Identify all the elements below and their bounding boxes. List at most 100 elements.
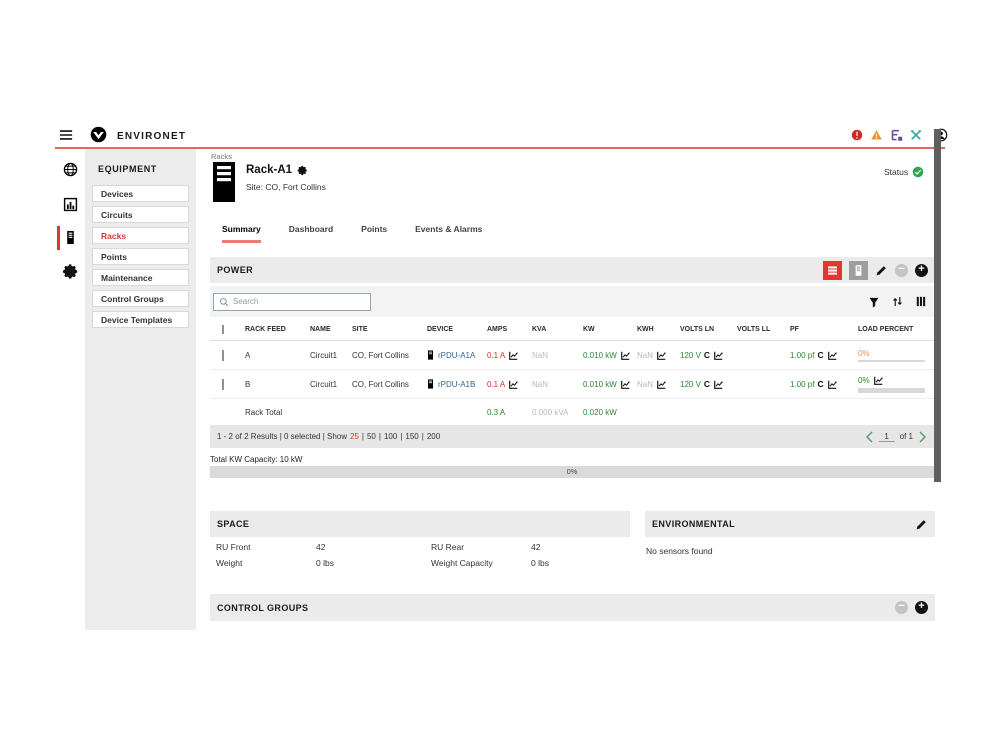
page-size-option[interactable]: 50 bbox=[367, 432, 376, 441]
brand-name: ENVIRONET bbox=[117, 131, 186, 142]
space-field-value: 0 lbs bbox=[316, 558, 431, 568]
search-input[interactable]: Search bbox=[213, 293, 371, 311]
capacity-percent: 0% bbox=[210, 467, 934, 476]
sidebar-item-control-groups[interactable]: Control Groups bbox=[92, 290, 189, 307]
globe-icon[interactable] bbox=[63, 162, 78, 177]
select-all-checkbox[interactable] bbox=[222, 325, 224, 334]
remove-control-group-button[interactable]: − bbox=[895, 601, 908, 614]
page-size-option[interactable]: 150 bbox=[405, 432, 418, 441]
column-header: PF bbox=[790, 326, 858, 333]
trend-icon[interactable] bbox=[620, 379, 631, 390]
total-kva-cell: 0.000 kVA bbox=[532, 408, 583, 417]
table-row[interactable]: BCircuit1CO, Fort CollinsrPDU-A1B0.1 ANa… bbox=[210, 370, 935, 399]
table-view-icon bbox=[826, 264, 839, 277]
racks-icon[interactable] bbox=[63, 230, 78, 245]
trend-icon[interactable] bbox=[873, 375, 884, 386]
capacity-label: Total KW Capacity: 10 kW bbox=[210, 455, 302, 464]
total-amps-cell-value: 0.3 A bbox=[487, 408, 505, 417]
tab-dashboard[interactable]: Dashboard bbox=[289, 224, 333, 243]
rack-settings-gear-icon[interactable] bbox=[297, 165, 308, 176]
columns-icon[interactable] bbox=[915, 295, 927, 308]
sidebar-item-racks[interactable]: Racks bbox=[92, 227, 189, 244]
trend-icon[interactable] bbox=[508, 379, 519, 390]
trend-icon[interactable] bbox=[656, 379, 667, 390]
device-rack-icon bbox=[427, 350, 434, 360]
tab-summary[interactable]: Summary bbox=[222, 224, 261, 243]
power-table-header-row: RACK FEEDNAMESITEDEVICEAMPSKVAKWKWHVOLTS… bbox=[210, 318, 935, 341]
alarm-warning-icon[interactable] bbox=[870, 129, 883, 141]
volts_ln-cell: 120 VC bbox=[680, 350, 737, 361]
tab-events-alarms[interactable]: Events & Alarms bbox=[415, 224, 482, 243]
trend-icon[interactable] bbox=[656, 350, 667, 361]
search-icon bbox=[219, 297, 229, 307]
rack-view-button[interactable] bbox=[849, 261, 868, 280]
total-kva-cell-value: 0.000 kVA bbox=[532, 408, 568, 417]
kwh-cell-value: NaN bbox=[637, 380, 653, 389]
alarm-critical-icon[interactable] bbox=[851, 129, 863, 141]
page-prev-icon[interactable] bbox=[865, 431, 874, 443]
sidebar-item-points[interactable]: Points bbox=[92, 248, 189, 265]
sidebar-item-circuits[interactable]: Circuits bbox=[92, 206, 189, 223]
sidebar-item-devices[interactable]: Devices bbox=[92, 185, 189, 202]
device-link[interactable]: rPDU-A1A bbox=[438, 351, 475, 360]
menu-icon[interactable] bbox=[59, 129, 73, 141]
column-header: DEVICE bbox=[427, 326, 487, 333]
feed-cell: B bbox=[245, 380, 310, 389]
vertical-scrollbar[interactable] bbox=[934, 129, 941, 482]
page-next-icon[interactable] bbox=[918, 431, 927, 443]
page-title-row: Rack-A1 bbox=[246, 164, 308, 176]
dashboards-icon[interactable] bbox=[63, 197, 78, 212]
load-percent-cell: 0% bbox=[858, 375, 935, 393]
status-ok-icon bbox=[912, 166, 924, 178]
table-row[interactable]: ACircuit1CO, Fort CollinsrPDU-A1A0.1 ANa… bbox=[210, 341, 935, 370]
sidebar-item-device-templates[interactable]: Device Templates bbox=[92, 311, 189, 328]
settings-icon[interactable] bbox=[62, 263, 79, 280]
table-view-button[interactable] bbox=[823, 261, 842, 280]
device-link[interactable]: rPDU-A1B bbox=[438, 380, 475, 389]
separator: | bbox=[422, 432, 424, 441]
events-icon[interactable] bbox=[890, 129, 903, 142]
breadcrumb[interactable]: Racks bbox=[211, 152, 232, 161]
add-feed-button[interactable]: + bbox=[915, 264, 928, 277]
trend-icon[interactable] bbox=[620, 350, 631, 361]
rack-view-icon bbox=[852, 264, 865, 277]
column-header: KW bbox=[583, 326, 637, 333]
trend-icon[interactable] bbox=[713, 350, 724, 361]
trend-icon[interactable] bbox=[508, 350, 519, 361]
rack-large-icon bbox=[212, 161, 236, 203]
sidebar-item-maintenance[interactable]: Maintenance bbox=[92, 269, 189, 286]
remove-feed-button[interactable]: − bbox=[895, 264, 908, 277]
row-checkbox[interactable] bbox=[222, 379, 224, 390]
trend-icon[interactable] bbox=[827, 350, 838, 361]
sidebar: EQUIPMENT DevicesCircuitsRacksPointsMain… bbox=[85, 149, 196, 630]
edit-power-icon[interactable] bbox=[875, 264, 888, 277]
edit-environmental-icon[interactable] bbox=[915, 518, 928, 531]
kva-cell-value: NaN bbox=[532, 380, 548, 389]
sort-icon[interactable] bbox=[891, 295, 904, 308]
amps-cell-value: 0.1 A bbox=[487, 380, 505, 389]
pagination-controls: 1 of 1 bbox=[865, 431, 935, 443]
filter-icon[interactable] bbox=[868, 296, 880, 308]
column-header: KVA bbox=[532, 326, 583, 333]
load-percent-top: 0% bbox=[858, 375, 925, 386]
page-size-option[interactable]: 100 bbox=[384, 432, 397, 441]
calculated-flag: C bbox=[704, 350, 710, 360]
page-size-option[interactable]: 200 bbox=[427, 432, 440, 441]
page-number-input[interactable]: 1 bbox=[879, 432, 895, 442]
trend-icon[interactable] bbox=[713, 379, 724, 390]
control-groups-section-header: CONTROL GROUPS − + bbox=[210, 594, 935, 621]
separator: | bbox=[362, 432, 364, 441]
page-title: Rack-A1 bbox=[246, 164, 292, 176]
add-control-group-button[interactable]: + bbox=[915, 601, 928, 614]
column-header: AMPS bbox=[487, 326, 532, 333]
trend-icon[interactable] bbox=[827, 379, 838, 390]
pf-cell-value: 1.00 pf bbox=[790, 380, 814, 389]
status-label: Status bbox=[884, 167, 908, 177]
page-size-option[interactable]: 25 bbox=[350, 432, 359, 441]
maintenance-icon[interactable] bbox=[910, 129, 922, 141]
device-rack-icon bbox=[427, 379, 434, 389]
site-cell: CO, Fort Collins bbox=[352, 380, 427, 389]
row-checkbox[interactable] bbox=[222, 350, 224, 361]
power-search-band: Search bbox=[210, 286, 935, 317]
tab-points[interactable]: Points bbox=[361, 224, 387, 243]
